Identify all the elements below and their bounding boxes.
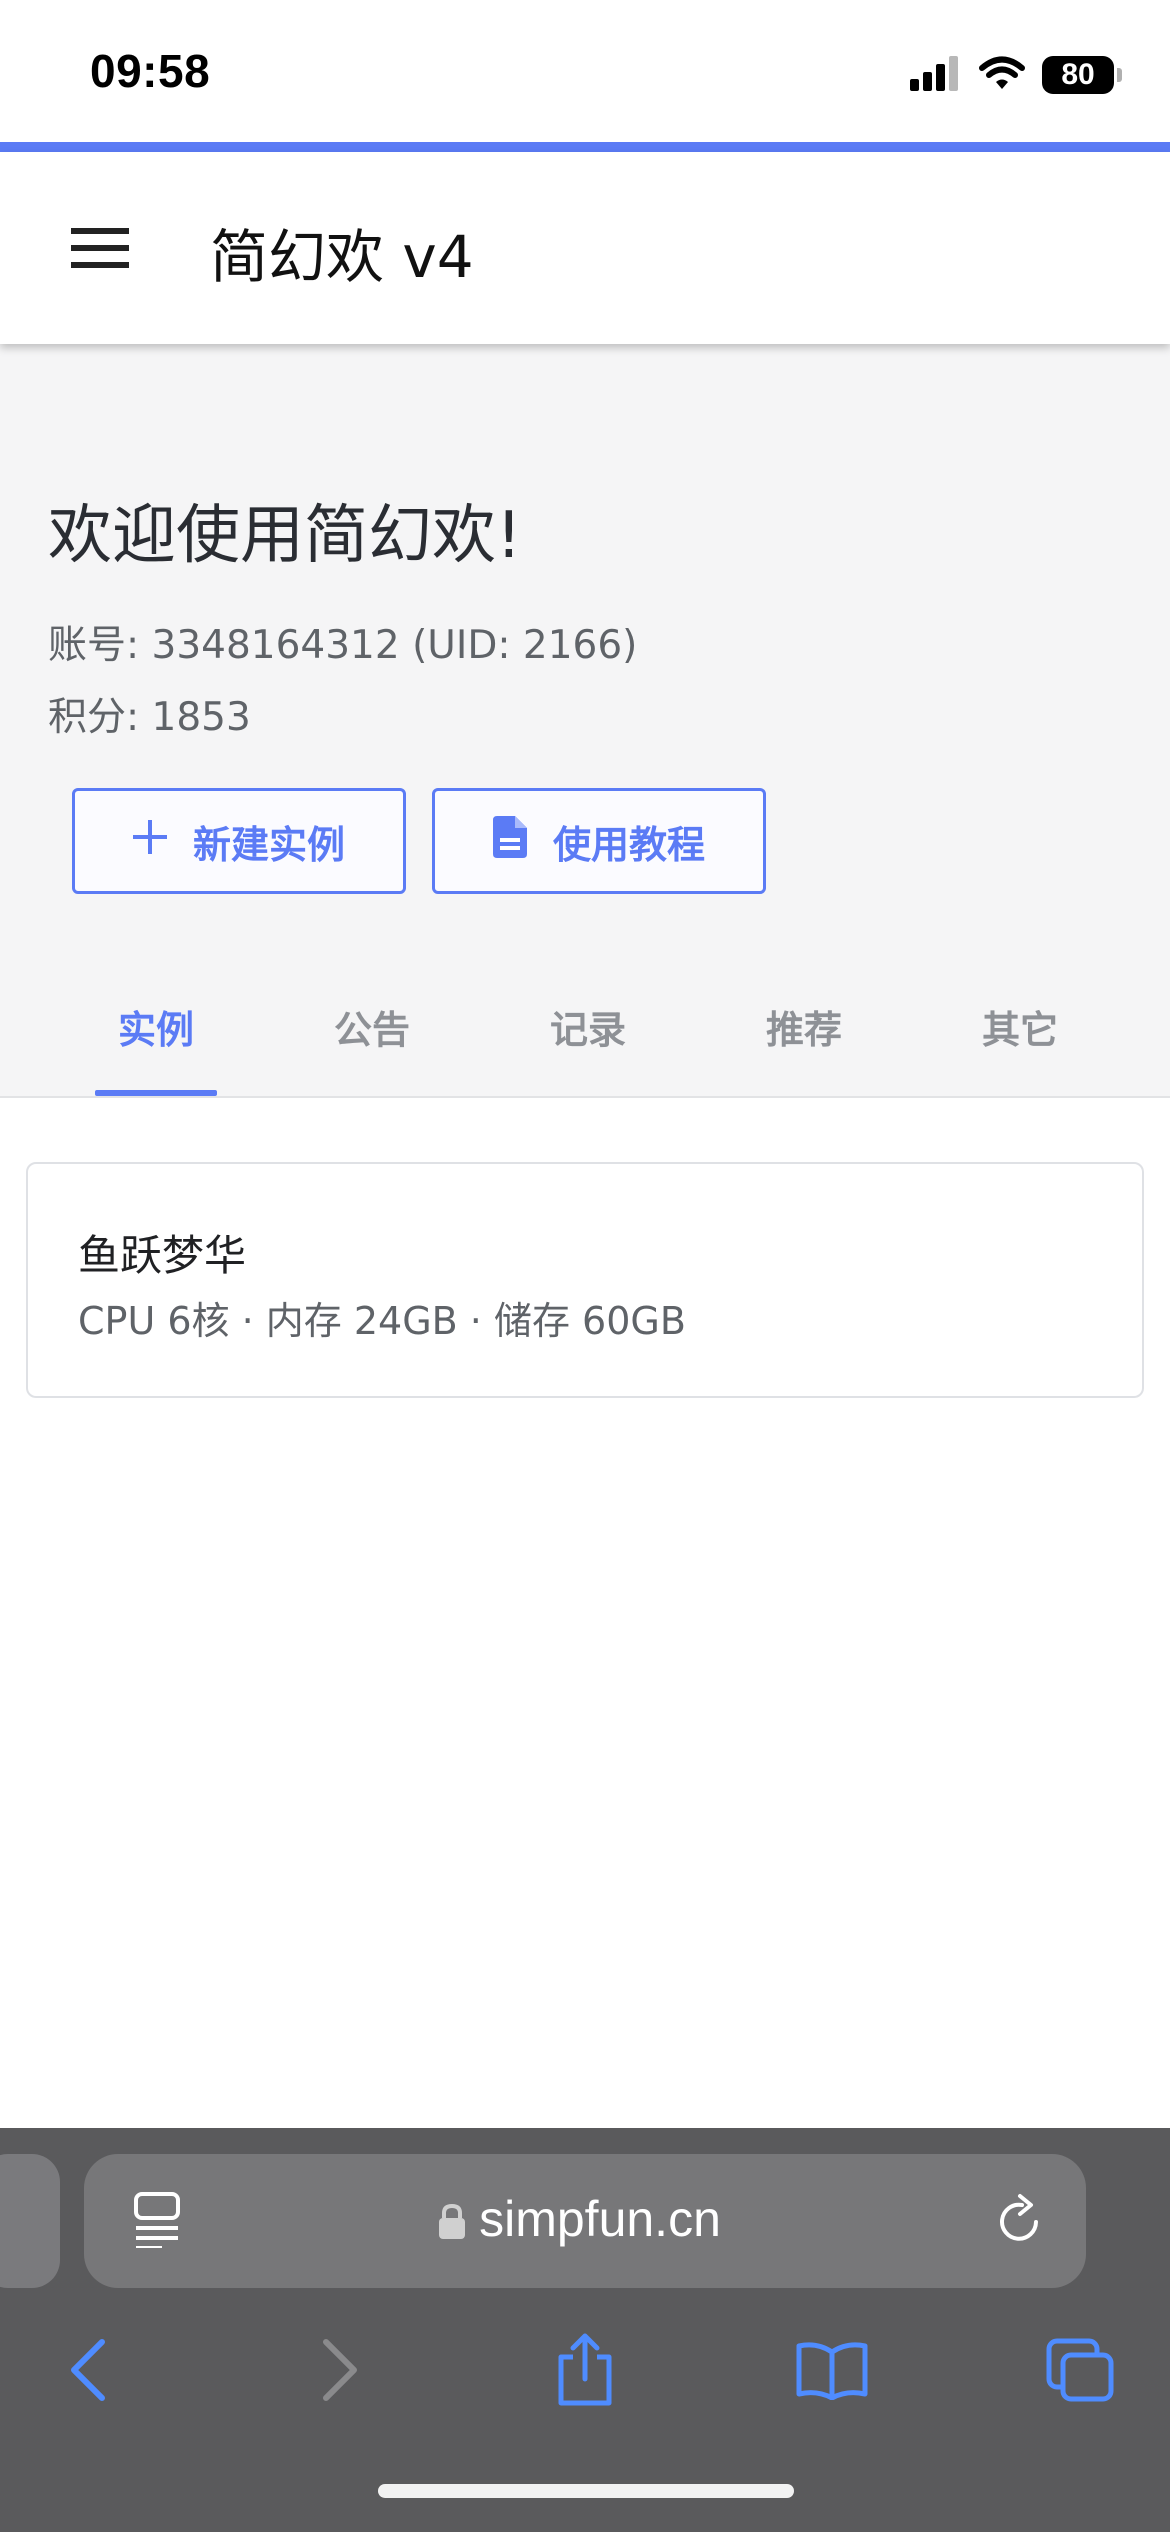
tab-bar: 实例 公告 记录 推荐 其它 xyxy=(0,956,1170,1096)
forward-icon[interactable] xyxy=(290,2320,390,2420)
document-icon xyxy=(492,815,527,867)
back-icon[interactable] xyxy=(38,2320,138,2420)
signal-icon xyxy=(910,55,962,95)
browser-toolbar: simpfun.cn xyxy=(0,2128,1170,2532)
url-text: simpfun.cn xyxy=(479,2191,721,2247)
wifi-icon xyxy=(978,55,1026,95)
plus-icon xyxy=(132,819,167,863)
instance-specs: CPU 6核 · 内存 24GB · 储存 60GB xyxy=(78,1299,686,1343)
app-bar: 简幻欢 v4 xyxy=(0,152,1170,344)
new-instance-button[interactable]: 新建实例 xyxy=(72,788,406,894)
instance-name: 鱼跃梦华 xyxy=(78,1231,247,1280)
reload-icon[interactable] xyxy=(994,2192,1046,2252)
tab-records[interactable]: 记录 xyxy=(480,956,696,1096)
status-icons: 80 xyxy=(910,50,1122,100)
account-info: 账号: 3348164312 (UID: 2166) xyxy=(48,623,638,668)
new-instance-label: 新建实例 xyxy=(192,822,345,867)
app-title: 简幻欢 v4 xyxy=(210,223,474,291)
instance-card[interactable]: 鱼跃梦华 CPU 6核 · 内存 24GB · 储存 60GB xyxy=(26,1162,1144,1398)
bookmarks-icon[interactable] xyxy=(782,2320,882,2420)
status-bar: 09:58 80 xyxy=(0,0,1170,142)
tab-instances[interactable]: 实例 xyxy=(48,956,264,1096)
tab-announcements[interactable]: 公告 xyxy=(264,956,480,1096)
tutorial-label: 使用教程 xyxy=(552,822,705,867)
tutorial-button[interactable]: 使用教程 xyxy=(432,788,766,894)
accent-line xyxy=(0,142,1170,152)
page: 09:58 80 简幻欢 v4 欢迎使用简幻欢! 账号: 3348164312 … xyxy=(0,0,1170,2532)
share-icon[interactable] xyxy=(535,2320,635,2420)
main-content: 欢迎使用简幻欢! 账号: 3348164312 (UID: 2166) 积分: … xyxy=(0,344,1170,1098)
points-info: 积分: 1853 xyxy=(48,695,251,740)
active-tab-indicator xyxy=(95,1090,217,1096)
tab-recommend[interactable]: 推荐 xyxy=(696,956,912,1096)
battery-level: 80 xyxy=(1061,58,1095,91)
status-time: 09:58 xyxy=(90,45,211,97)
tab-other[interactable]: 其它 xyxy=(912,956,1128,1096)
address-bar[interactable]: simpfun.cn xyxy=(84,2154,1086,2288)
home-indicator xyxy=(378,2484,794,2498)
welcome-heading: 欢迎使用简幻欢! xyxy=(48,499,522,573)
tabs-icon[interactable] xyxy=(1030,2320,1130,2420)
hamburger-menu-icon[interactable] xyxy=(60,216,140,280)
previous-tab-preview[interactable] xyxy=(0,2154,60,2288)
battery-icon: 80 xyxy=(1042,56,1122,94)
